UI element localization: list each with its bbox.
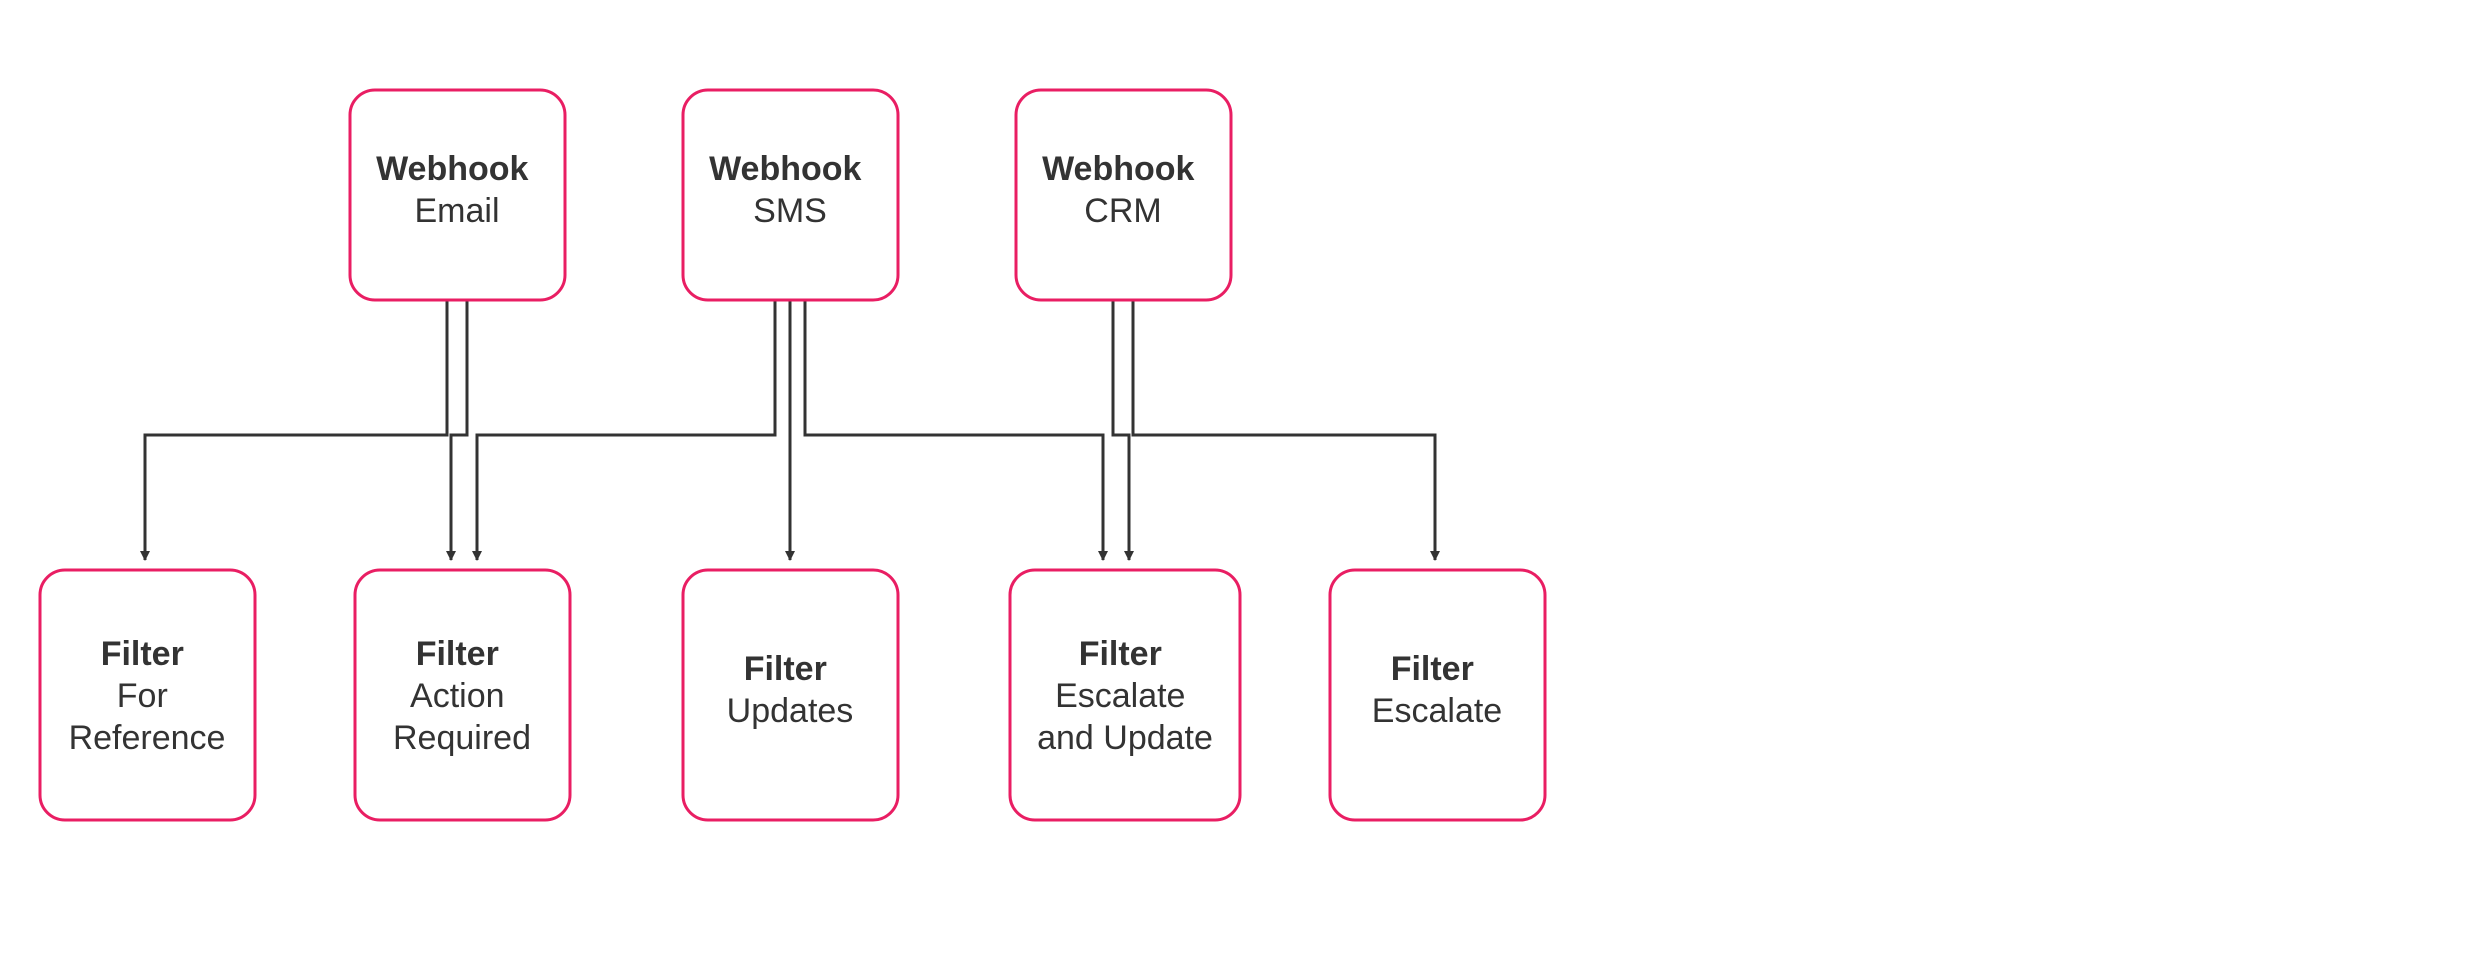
edge-crm-to-escalate-update bbox=[1113, 300, 1129, 560]
node-webhook-sms: Webhook SMS bbox=[683, 90, 898, 300]
node-title: Filter bbox=[416, 635, 499, 673]
node-subtitle: SMS bbox=[753, 192, 827, 230]
node-subtitle-line2: Reference bbox=[69, 719, 226, 757]
node-title: Filter bbox=[101, 635, 184, 673]
edge-sms-to-escalate-update bbox=[805, 300, 1103, 560]
node-title: Webhook bbox=[1042, 150, 1194, 188]
node-subtitle-line2: and Update bbox=[1037, 719, 1213, 757]
node-subtitle-line2: Required bbox=[393, 719, 531, 757]
flow-diagram: Webhook Email Webhook SMS Webhook CRM Fi… bbox=[0, 0, 2479, 953]
edge-sms-to-action bbox=[477, 300, 775, 560]
node-webhook-email: Webhook Email bbox=[350, 90, 565, 300]
node-subtitle-line1: For bbox=[117, 677, 168, 715]
node-filter-escalate-update: Filter Escalate and Update bbox=[1010, 570, 1240, 820]
node-subtitle-line1: Escalate bbox=[1055, 677, 1185, 715]
node-filter-escalate: Filter Escalate bbox=[1330, 570, 1545, 820]
node-title: Webhook bbox=[376, 150, 528, 188]
node-title: Filter bbox=[744, 650, 827, 688]
node-subtitle: Updates bbox=[727, 692, 854, 730]
node-subtitle: Escalate bbox=[1372, 692, 1502, 730]
node-title: Webhook bbox=[709, 150, 861, 188]
node-title: Filter bbox=[1391, 650, 1474, 688]
node-filter-action: Filter Action Required bbox=[355, 570, 570, 820]
node-subtitle: CRM bbox=[1084, 192, 1161, 230]
node-subtitle: Email bbox=[414, 192, 499, 230]
node-filter-updates: Filter Updates bbox=[683, 570, 898, 820]
node-filter-reference: Filter For Reference bbox=[40, 570, 255, 820]
edge-crm-to-escalate bbox=[1133, 300, 1435, 560]
node-subtitle-line1: Action bbox=[410, 677, 505, 715]
node-webhook-crm: Webhook CRM bbox=[1016, 90, 1231, 300]
edge-email-to-action bbox=[451, 300, 467, 560]
node-title: Filter bbox=[1079, 635, 1162, 673]
edge-email-to-reference bbox=[145, 300, 447, 560]
